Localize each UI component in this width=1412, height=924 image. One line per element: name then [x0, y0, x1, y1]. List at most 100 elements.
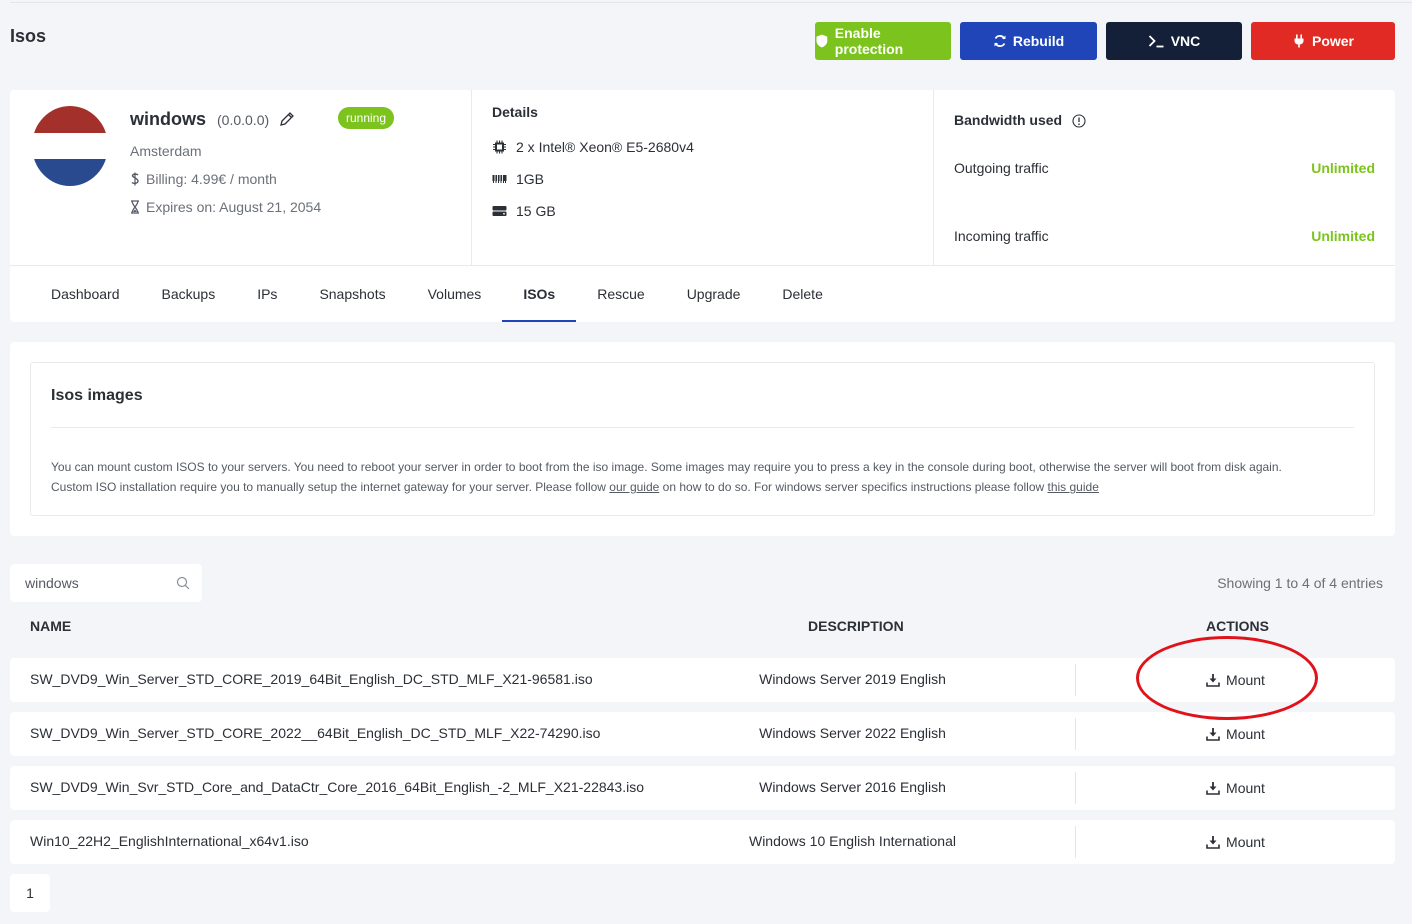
cpu-spec: 2 x Intel® Xeon® E5-2680v4 [492, 139, 694, 155]
iso-info-line2b: on how to do so. For windows server spec… [659, 480, 1048, 494]
memory-icon [492, 175, 507, 183]
search-icon[interactable] [176, 576, 190, 590]
ram-text: 1GB [516, 171, 545, 187]
bandwidth-title-text: Bandwidth used [954, 112, 1063, 128]
mount-button[interactable]: Mount [1076, 820, 1395, 864]
iso-description: Windows Server 2016 English [759, 779, 946, 795]
download-icon [1206, 782, 1220, 795]
download-icon [1206, 836, 1220, 849]
enable-protection-button[interactable]: Enable protection [815, 22, 951, 60]
tab-upgrade[interactable]: Upgrade [666, 266, 762, 322]
server-location: Amsterdam [130, 143, 202, 159]
server-name: windows [130, 109, 206, 129]
server-tabs: Dashboard Backups IPs Snapshots Volumes … [10, 266, 844, 322]
power-label: Power [1311, 33, 1354, 49]
top-divider [10, 2, 1412, 3]
tab-rescue[interactable]: Rescue [576, 266, 665, 322]
cpu-icon [493, 140, 506, 154]
server-actions-bar: Enable protection Rebuild VNC Power [815, 22, 1395, 60]
hard-drive-icon [492, 206, 507, 216]
incoming-traffic-value: Unlimited [1311, 228, 1375, 244]
tab-dashboard[interactable]: Dashboard [10, 266, 141, 322]
vnc-button[interactable]: VNC [1106, 22, 1242, 60]
download-icon [1206, 674, 1220, 687]
download-icon [1206, 728, 1220, 741]
search-box [10, 564, 202, 602]
server-details: Details 2 x Intel® Xeon® E5-2680v4 1GB 1… [472, 90, 934, 265]
table-row: Win10_22H2_EnglishInternational_x64v1.is… [10, 820, 1395, 864]
iso-description: Windows Server 2022 English [759, 725, 946, 741]
billing-text: Billing: 4.99€ / month [146, 171, 277, 187]
iso-name: Win10_22H2_EnglishInternational_x64v1.is… [30, 833, 309, 849]
netherlands-flag-icon [32, 106, 108, 186]
iso-info-divider [51, 427, 1354, 428]
our-guide-link[interactable]: our guide [609, 480, 659, 494]
hourglass-icon [131, 200, 139, 214]
column-header-name: NAME [30, 618, 72, 634]
dollar-icon [131, 172, 139, 186]
outgoing-traffic-label: Outgoing traffic [954, 160, 1049, 176]
mount-label: Mount [1226, 780, 1265, 796]
tab-ips[interactable]: IPs [236, 266, 298, 322]
iso-info-title: Isos images [51, 387, 143, 404]
cpu-text: 2 x Intel® Xeon® E5-2680v4 [516, 139, 694, 155]
iso-info-line1: You can mount custom ISOS to your server… [51, 460, 1282, 474]
search-input[interactable] [23, 574, 167, 592]
iso-name: SW_DVD9_Win_Server_STD_CORE_2022__64Bit_… [30, 725, 601, 741]
iso-name: SW_DVD9_Win_Server_STD_CORE_2019_64Bit_E… [30, 671, 593, 687]
disk-text: 15 GB [516, 203, 556, 219]
server-summary: windows (0.0.0.0) running Amsterdam Bill… [10, 90, 472, 265]
tab-isos[interactable]: ISOs [502, 266, 577, 322]
expires-row: Expires on: August 21, 2054 [130, 199, 321, 215]
mount-label: Mount [1226, 834, 1265, 850]
bandwidth-section: Bandwidth used Outgoing traffic Unlimite… [934, 90, 1395, 265]
iso-description: Windows 10 English International [748, 833, 956, 849]
page-title: Isos [10, 26, 47, 46]
column-header-actions: ACTIONS [1206, 618, 1269, 634]
iso-info-panel: Isos images You can mount custom ISOS to… [30, 362, 1375, 516]
mount-label: Mount [1226, 672, 1265, 688]
ram-spec: 1GB [492, 171, 544, 187]
column-header-description: DESCRIPTION [808, 618, 904, 634]
mount-label: Mount [1226, 726, 1265, 742]
billing-row: Billing: 4.99€ / month [130, 171, 277, 187]
pencil-icon[interactable] [279, 111, 295, 127]
rebuild-label: Rebuild [1012, 33, 1065, 49]
refresh-icon [994, 35, 1006, 47]
expires-text: Expires on: August 21, 2054 [146, 199, 322, 215]
details-title: Details [492, 104, 538, 120]
table-row: SW_DVD9_Win_Svr_STD_Core_and_DataCtr_Cor… [10, 766, 1395, 810]
shield-icon [816, 34, 828, 48]
tab-backups[interactable]: Backups [141, 266, 237, 322]
table-row: SW_DVD9_Win_Server_STD_CORE_2022__64Bit_… [10, 712, 1395, 756]
iso-info-card: Isos images You can mount custom ISOS to… [10, 342, 1395, 536]
vnc-label: VNC [1170, 33, 1201, 49]
mount-button[interactable]: Mount [1076, 766, 1395, 810]
outgoing-traffic-value: Unlimited [1311, 160, 1375, 176]
table-row: SW_DVD9_Win_Server_STD_CORE_2019_64Bit_E… [10, 658, 1395, 702]
plug-icon [1294, 34, 1304, 48]
tab-volumes[interactable]: Volumes [407, 266, 503, 322]
terminal-icon [1148, 35, 1164, 48]
pagination-page-1[interactable]: 1 [10, 874, 50, 912]
mount-button[interactable]: Mount [1076, 712, 1395, 756]
bandwidth-title: Bandwidth used [954, 112, 1086, 128]
entries-info: Showing 1 to 4 of 4 entries [1217, 575, 1383, 591]
enable-protection-label: Enable protection [834, 25, 904, 57]
tab-delete[interactable]: Delete [761, 266, 843, 322]
info-icon[interactable] [1072, 114, 1086, 128]
tab-snapshots[interactable]: Snapshots [298, 266, 406, 322]
iso-description: Windows Server 2019 English [759, 671, 946, 687]
disk-spec: 15 GB [492, 203, 556, 219]
incoming-traffic-label: Incoming traffic [954, 228, 1049, 244]
server-ip: (0.0.0.0) [217, 112, 270, 128]
server-card: windows (0.0.0.0) running Amsterdam Bill… [10, 90, 1395, 322]
rebuild-button[interactable]: Rebuild [960, 22, 1097, 60]
iso-info-description: You can mount custom ISOS to your server… [51, 457, 1351, 497]
power-button[interactable]: Power [1251, 22, 1395, 60]
mount-button[interactable]: Mount [1076, 658, 1395, 702]
iso-name: SW_DVD9_Win_Svr_STD_Core_and_DataCtr_Cor… [30, 779, 645, 795]
iso-info-line2a: Custom ISO installation require you to m… [51, 480, 610, 494]
this-guide-link[interactable]: this guide [1048, 480, 1099, 494]
status-badge: running [338, 107, 395, 129]
